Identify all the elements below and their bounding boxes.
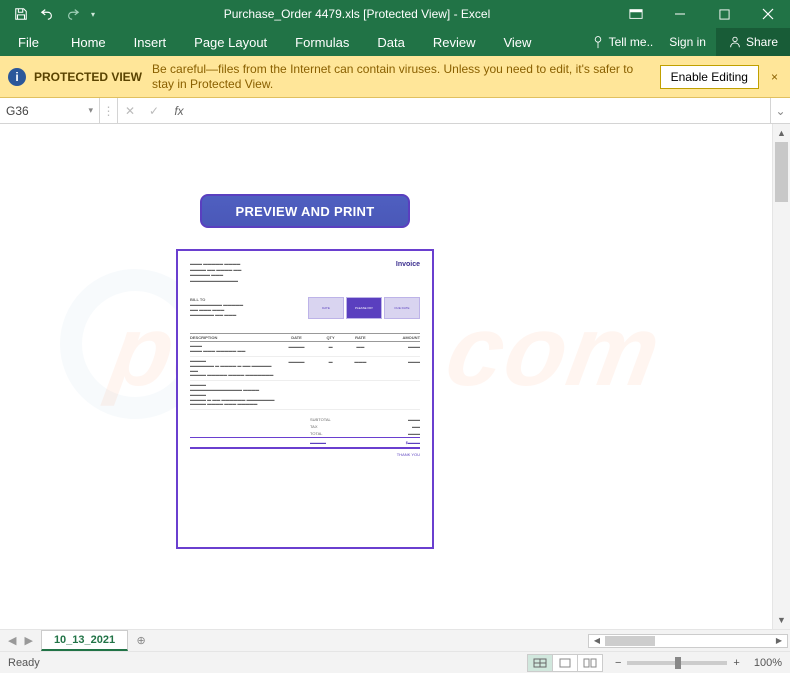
new-sheet-button[interactable]: ⊕ (128, 630, 154, 651)
tell-me-label: Tell me.. (609, 35, 654, 49)
sheet-tab-active[interactable]: 10_13_2021 (41, 630, 128, 651)
tab-review[interactable]: Review (419, 28, 490, 56)
sign-in[interactable]: Sign in (659, 28, 716, 56)
invoice-box-pay: PLEASE PAY (346, 297, 382, 319)
close-button[interactable] (746, 0, 790, 28)
save-button[interactable] (8, 0, 34, 28)
protected-view-message: Be careful—files from the Internet can c… (152, 62, 652, 92)
invoice-box-date: DATE (308, 297, 344, 319)
invoice-row: ▬▬▬▬▬▬▬▬▬▬ ▬ ▬▬▬▬ ▬ ▬▬ ▬▬▬▬▬ ▬▬▬▬▬▬ ▬▬▬▬… (190, 357, 420, 381)
invoice-totals: SUBTOTAL▬▬▬ TAX▬▬ TOTAL▬▬▬ ▬▬▬▬$▬▬▬ THAN… (190, 416, 420, 457)
tab-insert[interactable]: Insert (120, 28, 181, 56)
chevron-left-icon[interactable]: ◀ (8, 634, 16, 647)
ribbon-tabs: File Home Insert Page Layout Formulas Da… (0, 28, 790, 56)
fx-icon[interactable]: fx (166, 98, 192, 123)
tab-view[interactable]: View (489, 28, 545, 56)
scroll-up-icon[interactable]: ▲ (773, 124, 790, 142)
invoice-table-header: DESCRIPTION DATE QTY RATE AMOUNT (190, 333, 420, 342)
zoom-control: − + 100% (615, 657, 782, 669)
sheet-tab-bar: ◀▶ 10_13_2021 ⊕ ◀ ▶ (0, 629, 790, 651)
invoice-row: ▬▬▬▬▬▬▬▬▬▬▬▬▬▬▬▬▬ ▬▬▬▬ ▬▬▬▬▬▬▬▬ ▬ ▬▬ ▬▬▬… (190, 381, 420, 410)
worksheet-area: pcrisk.com PREVIEW AND PRINT ▬▬▬ ▬▬▬▬▬ ▬… (0, 124, 790, 629)
preview-and-print-button[interactable]: PREVIEW AND PRINT (200, 194, 410, 228)
enter-icon[interactable]: ✓ (142, 98, 166, 123)
share-button[interactable]: Share (716, 28, 790, 56)
status-bar: Ready − + 100% (0, 651, 790, 673)
expand-formula-bar[interactable]: ⌄ (770, 98, 790, 123)
status-ready: Ready (8, 657, 40, 669)
tab-data[interactable]: Data (363, 28, 418, 56)
minimize-button[interactable] (658, 0, 702, 28)
invoice-sender: ▬▬▬ ▬▬▬▬▬ ▬▬▬▬▬▬▬▬ ▬▬ ▬▬▬▬ ▬▬▬▬▬▬▬ ▬▬▬▬▬… (190, 261, 241, 283)
fbar-separator: ⋮ (100, 98, 118, 123)
tab-page-layout[interactable]: Page Layout (180, 28, 281, 56)
quick-access-toolbar: ▾ (0, 0, 100, 28)
tab-home[interactable]: Home (57, 28, 120, 56)
tab-file[interactable]: File (0, 28, 57, 56)
share-label: Share (746, 35, 778, 49)
titlebar: ▾ Purchase_Order 4479.xls [Protected Vie… (0, 0, 790, 28)
cancel-icon[interactable]: ✕ (118, 98, 142, 123)
qat-customize[interactable]: ▾ (86, 0, 100, 28)
chevron-right-icon[interactable]: ▶ (771, 636, 787, 645)
enable-editing-button[interactable]: Enable Editing (660, 65, 759, 89)
ribbon-display-button[interactable] (614, 0, 658, 28)
worksheet[interactable]: pcrisk.com PREVIEW AND PRINT ▬▬▬ ▬▬▬▬▬ ▬… (0, 124, 772, 629)
name-box[interactable]: G36 (0, 98, 100, 123)
chevron-right-icon[interactable]: ▶ (24, 634, 32, 647)
scroll-down-icon[interactable]: ▼ (773, 611, 790, 629)
horizontal-scrollbar[interactable]: ◀ ▶ (154, 630, 790, 651)
scroll-thumb[interactable] (605, 636, 655, 646)
protected-view-close[interactable]: × (767, 70, 782, 84)
protected-view-title: PROTECTED VIEW (34, 70, 142, 84)
vertical-scrollbar[interactable]: ▲ ▼ (772, 124, 790, 629)
formula-bar: G36 ⋮ ✕ ✓ fx ⌄ (0, 98, 790, 124)
zoom-slider[interactable] (627, 661, 727, 665)
invoice-thanks: THANK YOU (190, 452, 420, 457)
zoom-in-button[interactable]: + (733, 657, 739, 669)
redo-button[interactable] (60, 0, 86, 28)
tab-formulas[interactable]: Formulas (281, 28, 363, 56)
undo-button[interactable] (34, 0, 60, 28)
maximize-button[interactable] (702, 0, 746, 28)
window-controls (614, 0, 790, 28)
scroll-thumb[interactable] (775, 142, 788, 202)
invoice-summary-boxes: DATE PLEASE PAY DUE DATE (308, 297, 420, 319)
window-title: Purchase_Order 4479.xls [Protected View]… (100, 7, 614, 21)
invoice-preview[interactable]: ▬▬▬ ▬▬▬▬▬ ▬▬▬▬▬▬▬▬ ▬▬ ▬▬▬▬ ▬▬▬▬▬▬▬ ▬▬▬▬▬… (176, 249, 434, 549)
chevron-left-icon[interactable]: ◀ (589, 636, 605, 645)
invoice-billto: BILL TO▬▬▬▬▬▬▬▬ ▬▬▬▬▬▬▬ ▬▬▬ ▬▬▬▬▬▬▬▬▬ ▬▬… (190, 297, 243, 317)
shield-icon: i (8, 68, 26, 86)
tell-me[interactable]: Tell me.. (585, 28, 660, 56)
sheet-nav[interactable]: ◀▶ (0, 630, 41, 651)
invoice-row: ▬▬▬▬▬▬ ▬▬▬ ▬▬▬▬▬ ▬▬▬▬▬▬▬▬▬▬▬▬ (190, 342, 420, 357)
zoom-out-button[interactable]: − (615, 657, 621, 669)
zoom-level[interactable]: 100% (754, 657, 782, 669)
invoice-box-due: DUE DATE (384, 297, 420, 319)
formula-input[interactable] (192, 98, 770, 123)
invoice-title: Invoice (396, 261, 420, 283)
protected-view-bar: i PROTECTED VIEW Be careful—files from t… (0, 56, 790, 98)
